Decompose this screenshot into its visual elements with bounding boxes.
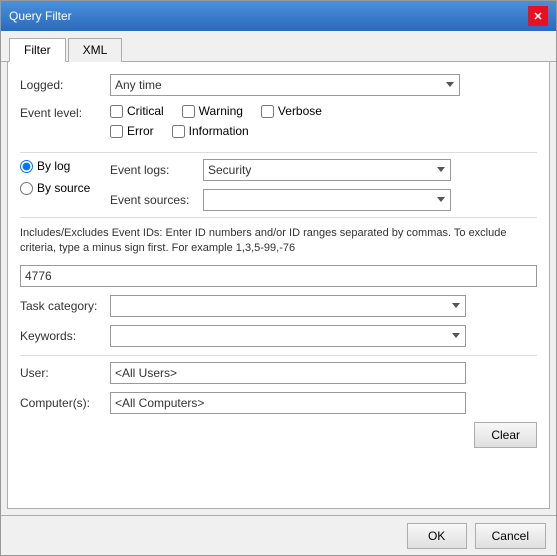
task-category-select[interactable]	[110, 295, 466, 317]
user-input[interactable]	[110, 362, 466, 384]
clear-row: Clear	[20, 422, 537, 448]
event-ids-input[interactable]	[20, 265, 537, 287]
event-level-row1: Critical Warning Verbose	[110, 104, 322, 118]
information-checkbox-label[interactable]: Information	[172, 124, 249, 138]
error-checkbox[interactable]	[110, 125, 123, 138]
logged-row: Logged: Any time Last hour Last 12 hours…	[20, 74, 537, 96]
task-category-row: Task category:	[20, 295, 537, 317]
verbose-checkbox-label[interactable]: Verbose	[261, 104, 322, 118]
event-sources-row: Event sources:	[110, 189, 451, 211]
critical-checkbox[interactable]	[110, 105, 123, 118]
by-source-radio[interactable]	[20, 182, 33, 195]
divider2	[20, 217, 537, 218]
critical-label: Critical	[127, 104, 164, 118]
error-checkbox-label[interactable]: Error	[110, 124, 154, 138]
event-logs-label: Event logs:	[110, 163, 195, 177]
event-level-row2: Error Information	[110, 124, 322, 138]
by-log-label: By log	[37, 159, 70, 173]
information-checkbox[interactable]	[172, 125, 185, 138]
by-source-radio-label[interactable]: By source	[20, 181, 100, 195]
verbose-label: Verbose	[278, 104, 322, 118]
cancel-button[interactable]: Cancel	[475, 523, 546, 549]
event-logs-row: Event logs: Security	[110, 159, 451, 181]
logged-select[interactable]: Any time Last hour Last 12 hours Last 24…	[110, 74, 460, 96]
event-sources-label: Event sources:	[110, 193, 195, 207]
log-source-section: By log By source Event logs: Security Ev…	[20, 159, 537, 211]
keywords-row: Keywords:	[20, 325, 537, 347]
by-log-radio-label[interactable]: By log	[20, 159, 100, 173]
close-button[interactable]: ✕	[528, 6, 548, 26]
task-category-label: Task category:	[20, 299, 110, 313]
information-label: Information	[189, 124, 249, 138]
event-selects: Event logs: Security Event sources:	[110, 159, 451, 211]
computer-row: Computer(s):	[20, 392, 537, 414]
warning-checkbox-label[interactable]: Warning	[182, 104, 243, 118]
by-source-label: By source	[37, 181, 90, 195]
by-log-radio[interactable]	[20, 160, 33, 173]
event-level-checkboxes: Critical Warning Verbose Error	[110, 104, 322, 144]
error-label: Error	[127, 124, 154, 138]
keywords-label: Keywords:	[20, 329, 110, 343]
clear-button[interactable]: Clear	[474, 422, 537, 448]
ok-button[interactable]: OK	[407, 523, 467, 549]
computer-input[interactable]	[110, 392, 466, 414]
event-level-row: Event level: Critical Warning Verbose	[20, 104, 537, 144]
event-logs-select[interactable]: Security	[203, 159, 451, 181]
warning-label: Warning	[199, 104, 243, 118]
computer-label: Computer(s):	[20, 396, 110, 410]
query-filter-window: Query Filter ✕ Filter XML Logged: Any ti…	[0, 0, 557, 556]
tab-xml[interactable]: XML	[68, 38, 123, 62]
divider1	[20, 152, 537, 153]
logged-label: Logged:	[20, 78, 110, 92]
filter-content: Logged: Any time Last hour Last 12 hours…	[7, 62, 550, 509]
tab-bar: Filter XML	[1, 31, 556, 62]
title-bar: Query Filter ✕	[1, 1, 556, 31]
event-level-label: Event level:	[20, 104, 110, 120]
tab-filter[interactable]: Filter	[9, 38, 66, 62]
divider3	[20, 355, 537, 356]
keywords-select[interactable]	[110, 325, 466, 347]
verbose-checkbox[interactable]	[261, 105, 274, 118]
user-label: User:	[20, 366, 110, 380]
window-title: Query Filter	[9, 9, 72, 23]
critical-checkbox-label[interactable]: Critical	[110, 104, 164, 118]
radio-col: By log By source	[20, 159, 100, 195]
event-sources-select[interactable]	[203, 189, 451, 211]
bottom-bar: OK Cancel	[1, 515, 556, 555]
bottom-buttons: OK Cancel	[407, 523, 546, 549]
warning-checkbox[interactable]	[182, 105, 195, 118]
user-row: User:	[20, 362, 537, 384]
event-ids-description: Includes/Excludes Event IDs: Enter ID nu…	[20, 226, 537, 257]
